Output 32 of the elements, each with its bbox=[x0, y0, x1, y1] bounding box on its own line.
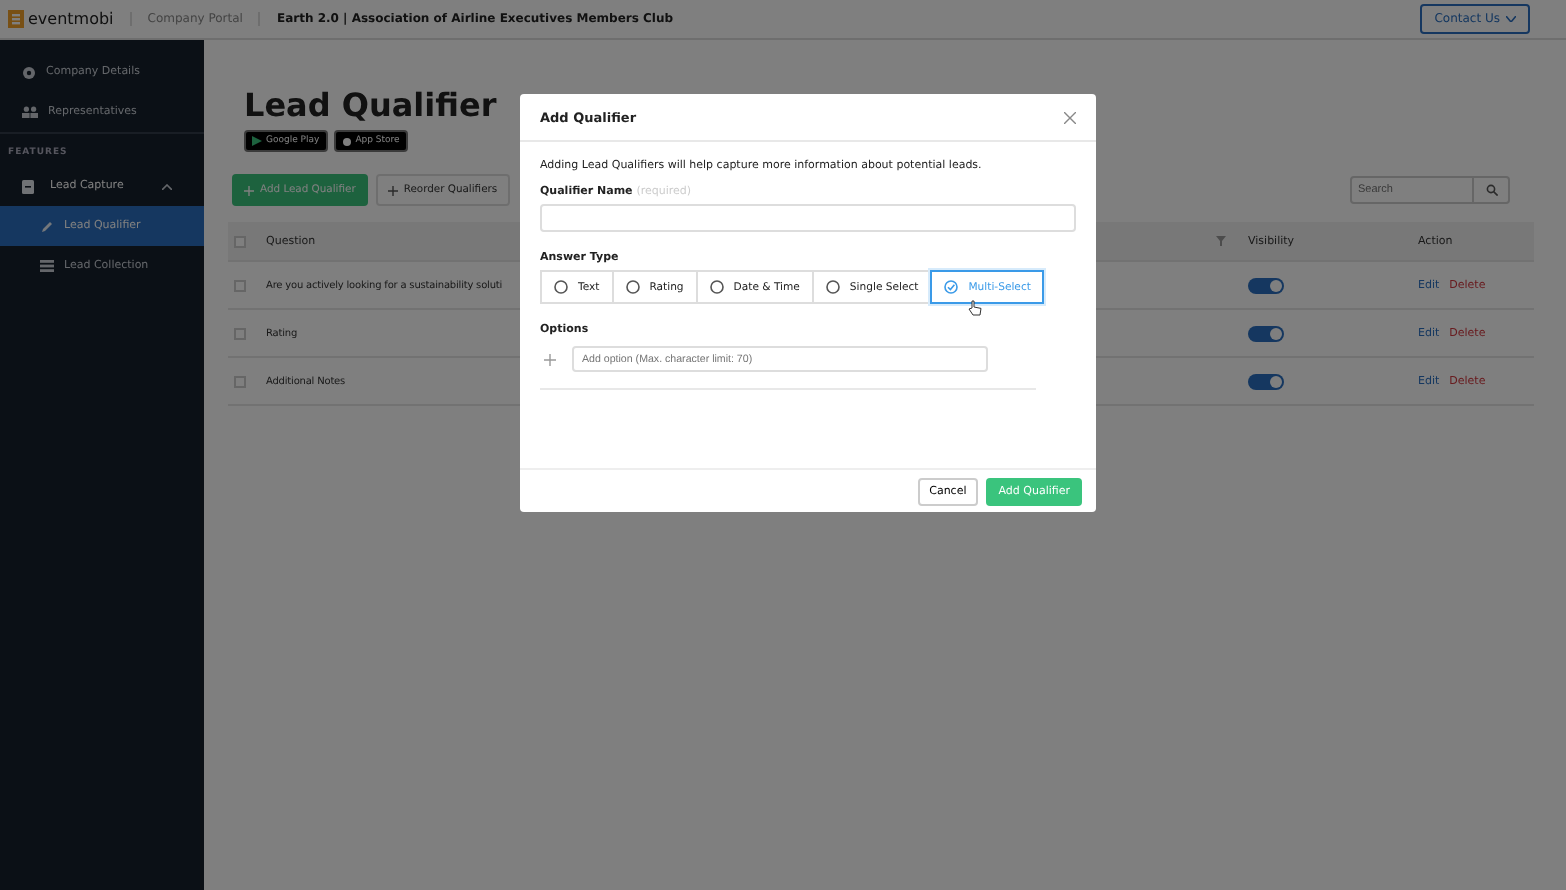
pen-icon bbox=[40, 219, 54, 233]
plus-icon bbox=[544, 353, 556, 365]
gear-icon bbox=[22, 65, 36, 79]
pointer-cursor-icon bbox=[968, 300, 983, 316]
logo-text: eventmobi bbox=[28, 10, 114, 28]
people-icon bbox=[22, 106, 38, 118]
radio-icon bbox=[625, 280, 640, 294]
chevron-icon bbox=[162, 183, 172, 189]
row-checkbox[interactable] bbox=[234, 375, 246, 387]
page-title: Lead Qualifier bbox=[244, 86, 497, 124]
plus-icon bbox=[244, 185, 254, 195]
list-icon bbox=[40, 260, 54, 272]
visibility-toggle[interactable] bbox=[1248, 373, 1284, 389]
row-checkbox[interactable] bbox=[234, 279, 246, 291]
radio-icon bbox=[825, 280, 840, 294]
search-icon bbox=[1485, 184, 1497, 196]
radio-icon bbox=[554, 280, 568, 294]
select-all-checkbox[interactable] bbox=[234, 235, 246, 247]
clipboard-icon bbox=[22, 179, 34, 193]
radio-icon bbox=[709, 280, 724, 294]
qualifier-name-field[interactable] bbox=[540, 204, 1076, 232]
play-icon bbox=[252, 136, 262, 146]
caret-icon bbox=[1506, 16, 1516, 22]
visibility-toggle[interactable] bbox=[1248, 277, 1284, 293]
row-checkbox[interactable] bbox=[234, 327, 246, 339]
filter-icon bbox=[1216, 236, 1226, 246]
radio-icon bbox=[944, 280, 959, 294]
plus-icon bbox=[387, 185, 398, 195]
search-button[interactable] bbox=[1474, 176, 1510, 204]
logo-icon bbox=[8, 10, 24, 28]
visibility-toggle[interactable] bbox=[1248, 325, 1284, 341]
close-icon bbox=[1064, 111, 1076, 123]
